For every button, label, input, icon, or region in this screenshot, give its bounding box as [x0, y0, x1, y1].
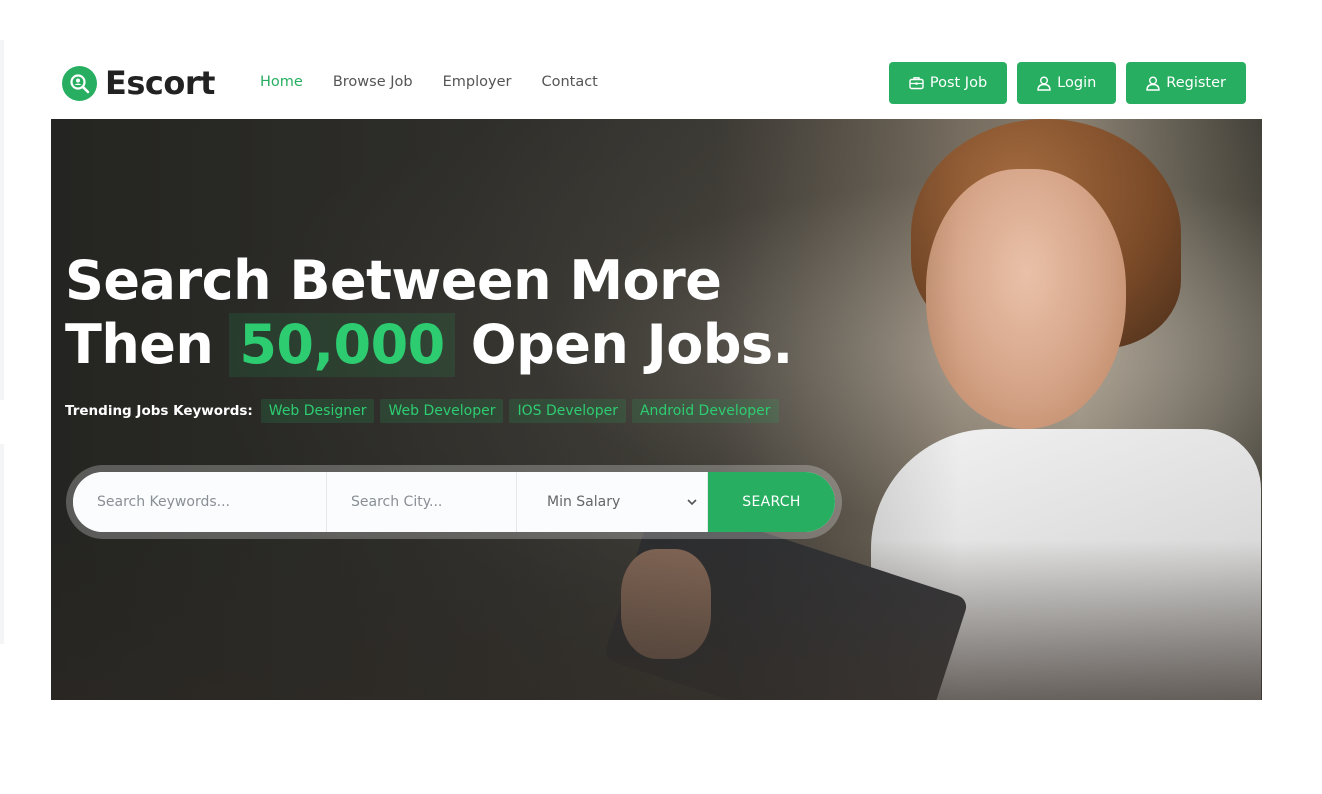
page-edge [0, 444, 4, 644]
search-person-icon [62, 65, 97, 101]
city-input[interactable] [327, 472, 516, 532]
salary-select-value: Min Salary [547, 494, 621, 510]
register-button[interactable]: Register [1126, 62, 1246, 104]
nav-browse-job[interactable]: Browse Job [333, 74, 413, 90]
post-job-button[interactable]: Post Job [888, 62, 1008, 104]
salary-select[interactable]: Min Salary [517, 472, 708, 532]
post-job-label: Post Job [929, 75, 988, 91]
header-actions: Post Job Login Register [888, 62, 1246, 104]
keywords-input[interactable] [73, 472, 326, 532]
page-edge [0, 40, 4, 400]
trending-tag[interactable]: IOS Developer [509, 399, 626, 423]
job-search-bar: Min Salary SEARCH [66, 465, 842, 539]
nav-employer[interactable]: Employer [443, 74, 512, 90]
site-header: Escort Home Browse Job Employer Contact … [51, 52, 1262, 114]
nav-home[interactable]: Home [260, 74, 303, 90]
brand-name: Escort [105, 64, 215, 102]
user-icon [1037, 76, 1051, 91]
main-nav: Home Browse Job Employer Contact [260, 74, 598, 90]
briefcase-icon [909, 77, 924, 90]
nav-contact[interactable]: Contact [541, 74, 597, 90]
trending-keywords: Trending Jobs Keywords: Web Designer Web… [65, 399, 779, 423]
login-button[interactable]: Login [1017, 62, 1117, 104]
register-label: Register [1166, 75, 1226, 91]
headline-job-count: 50,000 [229, 313, 455, 377]
trending-tag[interactable]: Web Developer [380, 399, 504, 423]
hero-banner: Search Between More Then 50,000 Open Job… [51, 119, 1262, 700]
hero-headline: Search Between More Then 50,000 Open Job… [65, 249, 793, 377]
user-icon [1146, 76, 1160, 91]
trending-tag[interactable]: Web Designer [260, 399, 375, 423]
headline-line1: Search Between More [65, 249, 722, 312]
city-field-wrap [327, 472, 517, 532]
job-search-form: Min Salary SEARCH [73, 472, 835, 532]
logo[interactable]: Escort [62, 64, 215, 102]
trending-label: Trending Jobs Keywords: [65, 403, 253, 419]
trending-tag[interactable]: Android Developer [631, 399, 779, 423]
keywords-field-wrap [73, 472, 327, 532]
headline-open-jobs: Open Jobs. [470, 313, 793, 376]
login-label: Login [1057, 75, 1097, 91]
search-button[interactable]: SEARCH [708, 472, 835, 532]
headline-then: Then [65, 313, 214, 376]
chevron-down-icon [687, 498, 697, 505]
